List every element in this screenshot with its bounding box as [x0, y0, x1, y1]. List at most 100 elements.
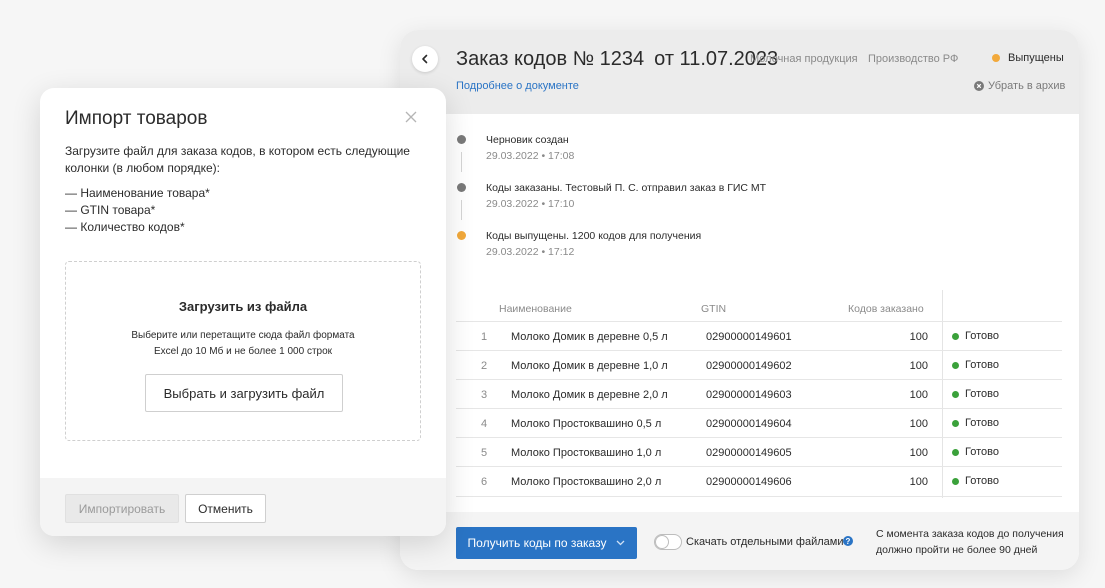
product-gtin: 02900000149602 — [706, 360, 792, 372]
archive-label: Убрать в архив — [988, 80, 1066, 92]
column-header-name: Наименование — [499, 303, 572, 315]
close-icon — [405, 111, 417, 123]
row-status: Готово — [952, 446, 999, 458]
list-item: — Наименование товара* — [65, 186, 210, 200]
product-gtin: 02900000149605 — [706, 447, 792, 459]
drop-zone-hint: Выберите или перетащите сюда файл формат… — [66, 328, 420, 360]
status-dot-icon — [952, 390, 959, 398]
product-name: Молоко Простоквашино 0,5 л — [511, 418, 662, 430]
timeline-event-title: Коды заказаны. Тестовый П. С. отправил з… — [486, 182, 767, 194]
order-number: Заказ кодов № 1234 — [456, 48, 645, 70]
table-row: 4 Молоко Простоквашино 0,5 л 02900000149… — [456, 408, 1062, 437]
row-number: 6 — [481, 476, 488, 488]
modal-title: Импорт товаров — [65, 108, 208, 129]
timeline-dot-icon — [457, 231, 466, 240]
row-status: Готово — [952, 417, 999, 429]
status-dot-icon — [952, 361, 959, 369]
row-status-label: Готово — [965, 359, 999, 371]
product-name: Молоко Домик в деревне 2,0 л — [511, 389, 668, 401]
product-gtin: 02900000149603 — [706, 389, 792, 401]
status-dot-icon — [952, 419, 959, 427]
import-button[interactable]: Импортировать — [65, 494, 179, 523]
row-status: Готово — [952, 475, 999, 487]
row-status-label: Готово — [965, 388, 999, 400]
get-codes-label: Получить коды по заказу — [467, 536, 607, 550]
chevron-left-icon — [422, 54, 428, 64]
list-item: — GTIN товара* — [65, 203, 156, 217]
footer-note: С момента заказа кодов до получения долж… — [876, 526, 1064, 558]
toggle-knob — [656, 536, 668, 548]
table-row: 5 Молоко Простоквашино 1,0 л 02900000149… — [456, 437, 1062, 466]
timeline-event-time: 29.03.2022 • 17:10 — [486, 198, 575, 210]
drop-hint-line: Excel до 10 Мб и не более 1 000 строк — [153, 346, 333, 357]
table-row: 3 Молоко Домик в деревне 2,0 л 029000001… — [456, 379, 1062, 408]
status-dot-icon — [952, 477, 959, 485]
chevron-down-icon — [617, 540, 625, 546]
timeline-event-time: 29.03.2022 • 17:08 — [486, 150, 575, 162]
timeline-event-title: Коды выпущены. 1200 кодов для получения — [486, 230, 702, 242]
row-status-label: Готово — [965, 446, 999, 458]
row-number: 5 — [481, 447, 488, 459]
order-status-badge: Выпущены — [992, 52, 1064, 64]
table-bottom-border — [456, 496, 1062, 497]
timeline-connector — [461, 152, 462, 172]
order-header: Заказ кодов № 1234 от 11.07.2023 Молочная… — [400, 30, 1079, 114]
separate-files-toggle[interactable] — [654, 534, 682, 550]
archive-button[interactable]: Убрать в архив — [974, 80, 1065, 92]
order-status-label: Выпущены — [1008, 52, 1064, 64]
product-gtin: 02900000149601 — [706, 331, 792, 343]
production-origin: Производство РФ — [868, 53, 959, 65]
status-dot-icon — [952, 332, 959, 340]
order-footer: Получить коды по заказу Скачать отдельны… — [400, 512, 1079, 570]
get-codes-button[interactable]: Получить коды по заказу — [456, 527, 637, 559]
cancel-button[interactable]: Отменить — [185, 494, 266, 523]
order-title: Заказ кодов № 1234 от 11.07.2023 — [456, 48, 778, 71]
row-status: Готово — [952, 388, 999, 400]
product-name: Молоко Домик в деревне 0,5 л — [511, 331, 668, 343]
column-header-gtin: GTIN — [701, 303, 727, 315]
modal-description: Загрузите файл для заказа кодов, в котор… — [65, 144, 410, 175]
drop-zone-title: Загрузить из файла — [178, 299, 308, 314]
timeline-dot-icon — [457, 183, 466, 192]
timeline-event-title: Черновик создан — [486, 134, 569, 146]
row-number: 1 — [481, 331, 488, 343]
codes-ordered: 100 — [909, 389, 928, 401]
timeline-connector — [461, 200, 462, 220]
footer-note-line: должно пройти не более 90 дней — [876, 544, 1038, 556]
row-number: 2 — [481, 360, 488, 372]
codes-ordered: 100 — [909, 331, 928, 343]
help-icon[interactable]: ? — [843, 536, 853, 546]
choose-file-button[interactable]: Выбрать и загрузить файл — [145, 374, 343, 412]
list-item: — Количество кодов* — [65, 220, 185, 234]
status-dot-icon — [952, 448, 959, 456]
required-columns-list: — Наименование товара* — GTIN товара* — … — [65, 185, 210, 236]
product-gtin: 02900000149604 — [706, 418, 792, 430]
timeline-dot-icon — [457, 135, 466, 144]
product-gtin: 02900000149606 — [706, 476, 792, 488]
status-dot-icon — [992, 54, 1000, 62]
row-status-label: Готово — [965, 475, 999, 487]
row-number: 4 — [481, 418, 488, 430]
codes-ordered: 100 — [909, 360, 928, 372]
document-details-link[interactable]: Подробнее о документе — [456, 80, 579, 92]
close-button[interactable] — [404, 110, 420, 126]
back-button[interactable] — [412, 46, 438, 72]
table-row: 2 Молоко Домик в деревне 1,0 л 029000001… — [456, 350, 1062, 379]
row-status-label: Готово — [965, 417, 999, 429]
row-number: 3 — [481, 389, 488, 401]
close-circle-icon — [974, 81, 984, 91]
modal-footer: Импортировать Отменить — [40, 478, 446, 536]
footer-note-line: С момента заказа кодов до получения — [876, 528, 1064, 540]
table-row: 1 Молоко Домик в деревне 0,5 л 029000001… — [456, 321, 1062, 350]
product-name: Молоко Домик в деревне 1,0 л — [511, 360, 668, 372]
order-document-card: Заказ кодов № 1234 от 11.07.2023 Молочная… — [400, 30, 1079, 570]
file-drop-zone[interactable]: Загрузить из файла Выберите или перетащи… — [65, 261, 421, 441]
drop-hint-line: Выберите или перетащите сюда файл формат… — [131, 330, 355, 341]
column-header-qty: Кодов заказано — [848, 303, 924, 315]
codes-ordered: 100 — [909, 447, 928, 459]
import-products-modal: Импорт товаров Загрузите файл для заказа… — [40, 88, 446, 536]
row-status-label: Готово — [965, 330, 999, 342]
separate-files-label: Скачать отдельными файлами — [686, 536, 844, 548]
table-row: 6 Молоко Простоквашино 2,0 л 02900000149… — [456, 466, 1062, 495]
product-name: Молоко Простоквашино 1,0 л — [511, 447, 662, 459]
